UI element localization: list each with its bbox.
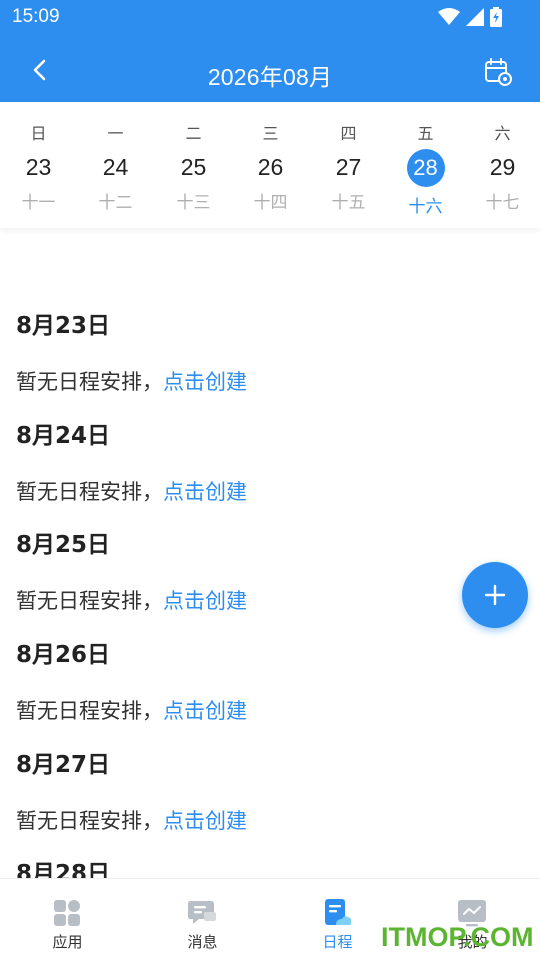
app-header: 2026年08月 xyxy=(0,36,540,102)
signal-icon xyxy=(466,8,484,26)
empty-text: 暂无日程安排， xyxy=(16,480,163,504)
schedule-date: 8月23日 xyxy=(16,313,111,339)
schedule-day-group: 8月25日 暂无日程安排，点击创建 xyxy=(16,525,247,613)
message-icon xyxy=(188,901,216,924)
day-number: 27 xyxy=(335,154,362,180)
watermark: ITMOP.COM xyxy=(381,922,534,952)
day-number: 23 xyxy=(25,154,52,180)
weekday-label: 六 xyxy=(494,124,511,143)
create-schedule-link[interactable]: 点击创建 xyxy=(163,370,247,394)
lunar-date: 十四 xyxy=(253,193,288,213)
schedule-day-group: 8月28日 xyxy=(16,854,110,878)
battery-icon xyxy=(490,7,502,27)
week-strip: 日 23 十一 一 24 十二 二 25 十三 三 26 十四 四 27 十五 … xyxy=(0,102,540,228)
empty-schedule-note: 暂无日程安排，点击创建 xyxy=(16,695,247,725)
empty-schedule-note: 暂无日程安排，点击创建 xyxy=(16,476,247,506)
schedule-day-group: 8月27日 暂无日程安排，点击创建 xyxy=(16,745,247,833)
lunar-date: 十五 xyxy=(331,193,366,213)
plus-icon xyxy=(484,584,506,606)
create-schedule-link[interactable]: 点击创建 xyxy=(163,589,247,613)
lunar-date: 十七 xyxy=(485,193,520,213)
weekday-label: 四 xyxy=(340,124,357,143)
schedule-list[interactable]: 8月23日 暂无日程安排，点击创建 8月24日 暂无日程安排，点击创建 8月25… xyxy=(0,228,540,878)
empty-text: 暂无日程安排， xyxy=(16,370,163,394)
schedule-date: 8月26日 xyxy=(16,642,111,668)
schedule-date: 8月25日 xyxy=(16,532,111,558)
calendar-settings-icon xyxy=(485,58,512,86)
schedule-day-group: 8月24日 暂无日程安排，点击创建 xyxy=(16,416,247,504)
status-bar: 15:09 xyxy=(0,0,540,36)
weekday-label: 日 xyxy=(30,124,47,143)
lunar-date: 十六 xyxy=(408,197,443,217)
day-number: 26 xyxy=(257,154,284,180)
empty-schedule-note: 暂无日程安排，点击创建 xyxy=(16,585,247,615)
schedule-date: 8月27日 xyxy=(16,752,111,778)
empty-schedule-note: 暂无日程安排，点击创建 xyxy=(16,805,247,835)
empty-text: 暂无日程安排， xyxy=(16,809,163,833)
day-number: 25 xyxy=(180,154,207,180)
tab-label: 消息 xyxy=(187,933,218,951)
create-schedule-link[interactable]: 点击创建 xyxy=(163,480,247,504)
day-number: 24 xyxy=(102,154,129,180)
add-schedule-button[interactable] xyxy=(462,562,528,628)
empty-schedule-note: 暂无日程安排，点击创建 xyxy=(16,366,247,396)
weekday-label: 二 xyxy=(185,124,202,143)
lunar-date: 十三 xyxy=(176,193,211,213)
create-schedule-link[interactable]: 点击创建 xyxy=(163,699,247,723)
status-time: 15:09 xyxy=(12,6,60,27)
tab-label: 应用 xyxy=(52,933,83,951)
tab-apps[interactable]: 应用 xyxy=(0,879,135,960)
day-number: 28 xyxy=(387,149,464,187)
lunar-date: 十一 xyxy=(21,193,56,213)
schedule-date: 8月24日 xyxy=(16,423,111,449)
schedule-date: 8月28日 xyxy=(16,861,111,878)
apps-grid-icon xyxy=(54,900,80,926)
schedule-icon xyxy=(325,899,352,925)
weekday-label: 一 xyxy=(107,124,124,143)
page-title[interactable]: 2026年08月 xyxy=(0,58,540,92)
tab-messages[interactable]: 消息 xyxy=(135,879,270,960)
empty-text: 暂无日程安排， xyxy=(16,589,163,613)
lunar-date: 十二 xyxy=(98,193,133,213)
schedule-day-group: 8月23日 暂无日程安排，点击创建 xyxy=(16,306,247,394)
schedule-day-group: 8月26日 暂无日程安排，点击创建 xyxy=(16,635,247,723)
wifi-icon xyxy=(438,8,460,25)
weekday-label: 三 xyxy=(262,124,279,143)
status-icons xyxy=(438,7,502,27)
calendar-settings-button[interactable] xyxy=(484,58,514,88)
weekday-label: 五 xyxy=(417,124,434,143)
create-schedule-link[interactable]: 点击创建 xyxy=(163,809,247,833)
day-number: 29 xyxy=(489,154,516,180)
empty-text: 暂无日程安排， xyxy=(16,699,163,723)
